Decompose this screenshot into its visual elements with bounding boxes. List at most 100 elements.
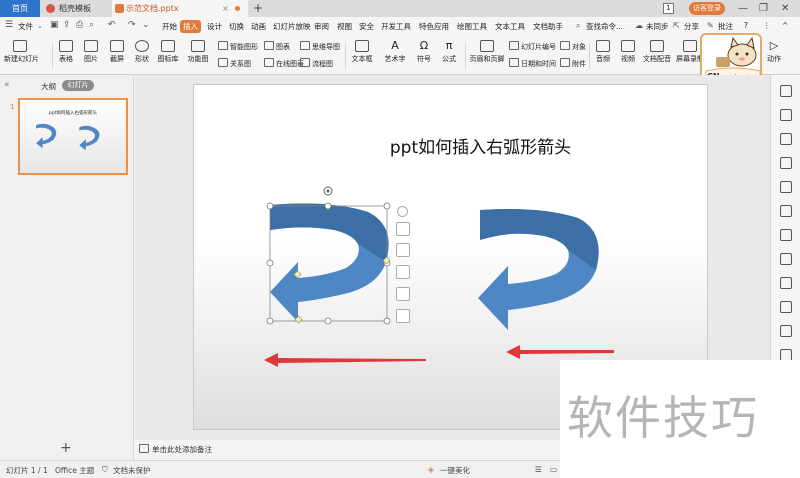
- screenshot-button[interactable]: 截屏: [106, 40, 128, 64]
- new-tab-button[interactable]: +: [253, 0, 263, 17]
- collapse-panel-icon[interactable]: «: [4, 80, 10, 90]
- sidebar-fill-icon[interactable]: [780, 157, 792, 169]
- sidebar-settings-icon[interactable]: [780, 181, 792, 193]
- audio-button[interactable]: 音频: [592, 40, 614, 64]
- formula-button[interactable]: π 公式: [438, 40, 460, 64]
- visitor-login-button[interactable]: 访客登录: [689, 2, 725, 15]
- tab-outline[interactable]: 大纲: [41, 81, 56, 92]
- action-button[interactable]: ▷ 动作: [763, 40, 785, 64]
- tab-slides[interactable]: 幻灯片: [62, 80, 94, 91]
- online-chart-button[interactable]: 在线图表: [264, 58, 304, 69]
- new-slide-button[interactable]: 新建幻灯片: [4, 40, 39, 64]
- menu-slideshow[interactable]: 幻灯片放映: [273, 21, 311, 32]
- notes-toggle-icon[interactable]: ☰: [535, 465, 542, 474]
- share-button[interactable]: 分享: [684, 21, 699, 32]
- menu-doc-assistant[interactable]: 文档助手: [533, 21, 563, 32]
- command-search[interactable]: 查找命令...: [586, 21, 623, 32]
- normal-view-icon[interactable]: ▭: [550, 465, 557, 474]
- menu-drawing-tools[interactable]: 绘图工具: [457, 21, 487, 32]
- notes-bar[interactable]: 单击此处添加备注: [135, 440, 560, 460]
- slide-number-button[interactable]: 幻灯片编号: [509, 41, 556, 52]
- menu-transition[interactable]: 切换: [229, 21, 244, 32]
- tab-template[interactable]: 稻壳模板: [41, 0, 113, 17]
- menu-design[interactable]: 设计: [207, 21, 222, 32]
- textbox-button[interactable]: 文本框: [348, 40, 376, 64]
- beautify-button[interactable]: 一键美化: [440, 465, 470, 476]
- fill-bucket-icon[interactable]: [396, 265, 410, 279]
- sidebar-chart-icon[interactable]: [780, 229, 792, 241]
- collapse-ribbon-button[interactable]: ^: [782, 21, 788, 30]
- menu-animation[interactable]: 动画: [251, 21, 266, 32]
- picture-button[interactable]: 图片: [80, 40, 102, 64]
- doc-dub-button[interactable]: 文档配音: [642, 40, 672, 64]
- menu-review[interactable]: 审阅: [314, 21, 329, 32]
- comment-button[interactable]: 批注: [718, 21, 733, 32]
- table-button[interactable]: 表格: [55, 40, 77, 64]
- undo-icon[interactable]: ↶: [108, 20, 116, 30]
- sidebar-translate-icon[interactable]: [780, 277, 792, 289]
- more-quick-access-icon[interactable]: ⌄: [142, 20, 150, 30]
- sidebar-crop-icon[interactable]: [780, 301, 792, 313]
- mind-map-button[interactable]: 思维导图: [300, 41, 340, 52]
- file-menu[interactable]: 文件: [18, 21, 33, 32]
- smart-graphic-button[interactable]: 智能图形: [218, 41, 258, 52]
- preview-icon[interactable]: ⌕: [89, 20, 94, 30]
- function-chart-button[interactable]: 功能图: [183, 40, 213, 64]
- header-footer-button[interactable]: 页眉和页脚: [469, 40, 505, 64]
- export-icon[interactable]: ⇪: [63, 20, 71, 30]
- menu-insert[interactable]: 插入: [180, 20, 201, 33]
- help-button[interactable]: ?: [744, 21, 748, 30]
- sync-status[interactable]: 未同步: [646, 21, 669, 32]
- picture-label: 图片: [84, 55, 98, 63]
- flowchart-button[interactable]: 流程图: [300, 58, 333, 69]
- pen-icon[interactable]: [396, 243, 410, 257]
- close-window-button[interactable]: ✕: [781, 0, 789, 17]
- symbol-button[interactable]: Ω 符号: [413, 40, 435, 64]
- shape-button[interactable]: 形状: [131, 40, 153, 64]
- redo-icon[interactable]: ↷: [128, 20, 136, 30]
- video-button[interactable]: 视频: [617, 40, 639, 64]
- chart-button[interactable]: 图表: [264, 41, 290, 52]
- outline-icon[interactable]: [396, 287, 410, 301]
- menu-features[interactable]: 特色应用: [419, 21, 449, 32]
- minimize-button[interactable]: —: [738, 0, 748, 17]
- menu-view[interactable]: 视图: [337, 21, 352, 32]
- more-options-button[interactable]: ⋮: [763, 21, 771, 30]
- text-wrap-icon[interactable]: [396, 309, 410, 323]
- save-icon[interactable]: ▣: [50, 20, 59, 30]
- sidebar-star-icon[interactable]: [780, 133, 792, 145]
- icon-library-button[interactable]: 图标库: [155, 40, 181, 64]
- notes-placeholder[interactable]: 单击此处添加备注: [152, 444, 212, 455]
- layers-icon[interactable]: [396, 222, 410, 236]
- slide-thumb-number: 1: [10, 103, 15, 111]
- protect-status[interactable]: 文档未保护: [113, 465, 151, 476]
- collapse-toolbar-icon[interactable]: [397, 206, 408, 217]
- add-slide-button[interactable]: +: [60, 440, 72, 456]
- art-text-button[interactable]: A 艺术字: [381, 40, 409, 64]
- relation-chart-button[interactable]: 关系图: [218, 58, 251, 69]
- maximize-button[interactable]: ❐: [759, 0, 768, 17]
- tab-document[interactable]: 示范文档.pptx ×: [112, 0, 248, 17]
- sidebar-copy-icon[interactable]: [780, 109, 792, 121]
- sidebar-export-icon[interactable]: [780, 253, 792, 265]
- attachment-button[interactable]: 附件: [560, 58, 586, 69]
- slide-thumbnail[interactable]: ppt如何插入右弧形箭头: [18, 98, 128, 175]
- slide-title[interactable]: ppt如何插入右弧形箭头: [194, 133, 707, 158]
- sidebar-select-icon[interactable]: [780, 85, 792, 97]
- menu-developer[interactable]: 开发工具: [381, 21, 411, 32]
- print-icon[interactable]: ⎙: [76, 20, 83, 30]
- date-time-button[interactable]: 日期和时间: [509, 58, 556, 69]
- menu-security[interactable]: 安全: [359, 21, 374, 32]
- table-label: 表格: [59, 55, 73, 63]
- tab-home[interactable]: 首页: [0, 0, 40, 17]
- hamburger-menu-icon[interactable]: ☰: [5, 20, 13, 30]
- window-count-badge[interactable]: 1: [663, 3, 674, 14]
- sidebar-effect-icon[interactable]: [780, 205, 792, 217]
- menu-text-tools[interactable]: 文本工具: [495, 21, 525, 32]
- file-dropdown-icon[interactable]: ⌄: [37, 22, 43, 30]
- menu-start[interactable]: 开始: [162, 21, 177, 32]
- close-tab-icon[interactable]: ×: [222, 0, 229, 17]
- object-button[interactable]: 对象: [560, 41, 586, 52]
- comment-icon: ✎: [707, 21, 714, 30]
- sidebar-share-icon[interactable]: [780, 325, 792, 337]
